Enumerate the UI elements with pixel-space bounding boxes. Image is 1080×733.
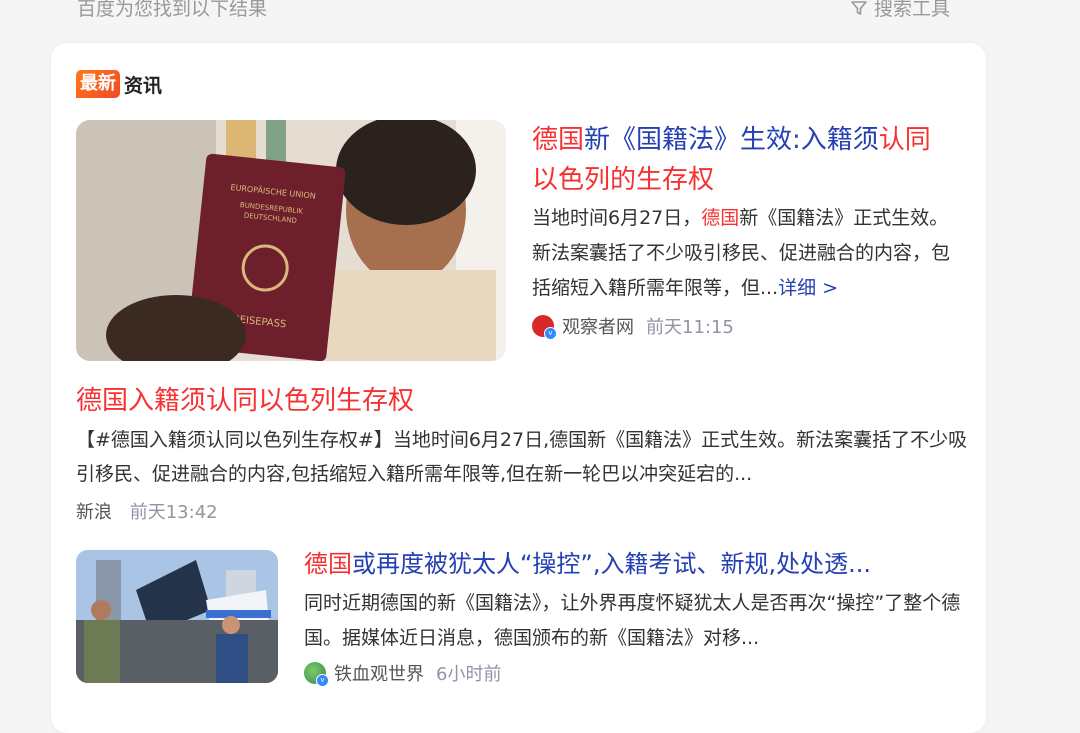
source-name[interactable]: 观察者网 (562, 313, 634, 339)
news-source-3: v 铁血观世界 6小时前 (304, 660, 502, 687)
news-thumbnail-protest[interactable] (76, 550, 278, 683)
search-tools-button[interactable]: 搜索工具 (850, 0, 950, 21)
publish-time: 前天11:15 (646, 317, 734, 338)
title-highlight: 认同以色列生存权 (206, 386, 415, 416)
title-highlight: 德国 (532, 125, 585, 155)
detail-link[interactable]: 详细 > (778, 277, 838, 299)
latest-badge: 最新 (76, 70, 120, 98)
result-hint: 百度为您找到以下结果 (77, 0, 268, 20)
source-name[interactable]: 新浪 (76, 502, 112, 523)
title-text: 新《国籍法》生效:入籍须 (584, 125, 879, 155)
news-summary-3: 同时近期德国的新《国籍法》，让外界再度怀疑犹太人是否再次“操控”了整个德国。据媒… (304, 592, 961, 649)
verified-icon: v (316, 674, 329, 687)
guancha-logo-icon: v (532, 315, 557, 340)
news-summary-2: 【#德国入籍须认同以色列生存权#】当地时间6月27日,德国新《国籍法》正式生效。… (76, 429, 968, 485)
summary-text: 当地时间6月27日， (532, 207, 702, 229)
news-source-2: 新浪 前天13:42 (76, 498, 218, 524)
summary-highlight: 德国 (701, 207, 740, 229)
verified-icon: v (544, 327, 557, 340)
publish-time: 前天13:42 (129, 502, 218, 523)
search-tools-label: 搜索工具 (874, 0, 951, 20)
news-title-2[interactable]: 德国入籍须认同以色列生存权 (76, 383, 414, 419)
title-highlight: 德国入籍须 (76, 386, 207, 416)
title-text: 或再度被犹太人“操控”,入籍考试、新规,处处透... (352, 550, 872, 578)
source-name[interactable]: 铁血观世界 (334, 660, 424, 686)
publish-time: 6小时前 (436, 664, 502, 685)
news-title-1[interactable]: 德国新《国籍法》生效:入籍须认同以色列的生存权 (532, 120, 952, 200)
news-section-label: 资讯 (124, 74, 163, 97)
filter-icon (851, 0, 867, 15)
top-bar: 百度为您找到以下结果 搜索工具 (0, 0, 1080, 24)
news-card: 最新 资讯 EUROPÄISCHE UNION BUNDESREPUBLIK D… (51, 43, 986, 733)
news-source-1: v 观察者网 前天11:15 (532, 313, 734, 340)
news-section-logo: 最新 资讯 (76, 69, 162, 99)
news-thumbnail-passport[interactable]: EUROPÄISCHE UNION BUNDESREPUBLIK DEUTSCH… (76, 120, 506, 361)
title-highlight: 德国 (304, 550, 352, 578)
news-summary-1: 当地时间6月27日，德国新《国籍法》正式生效。新法案囊括了不少吸引移民、促进融合… (532, 201, 952, 306)
news-title-3[interactable]: 德国或再度被犹太人“操控”,入籍考试、新规,处处透... (304, 546, 954, 582)
globe-logo-icon: v (304, 662, 329, 687)
